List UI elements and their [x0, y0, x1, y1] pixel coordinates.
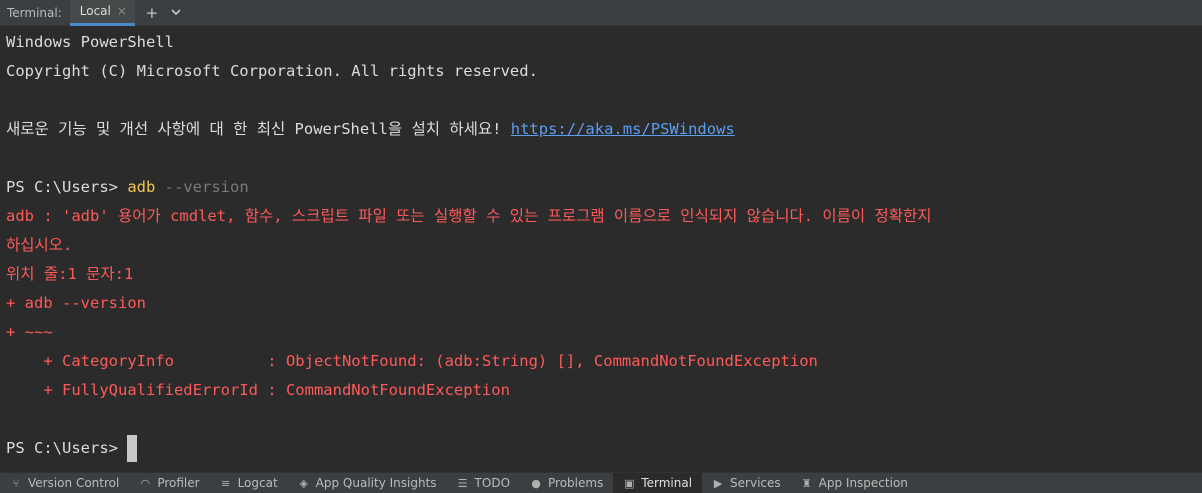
- output-text: 새로운 기능 및 개선 사항에 대 한 최신 PowerShell을 설치 하세…: [6, 120, 511, 138]
- error-text: + CategoryInfo : ObjectNotFound: (adb:St…: [6, 352, 818, 370]
- tool-window-label: Problems: [548, 476, 604, 490]
- text-cursor: [127, 435, 138, 462]
- terminal-line: 새로운 기능 및 개선 사항에 대 한 최신 PowerShell을 설치 하세…: [6, 115, 1202, 144]
- error-text: + ~~~: [6, 323, 53, 341]
- tool-window-label: Services: [730, 476, 781, 490]
- terminal-line: 하십시오.: [6, 231, 1202, 260]
- tool-window-label: Terminal: [641, 476, 693, 490]
- terminal-line: + ~~~: [6, 318, 1202, 347]
- logcat-icon: ≡: [220, 476, 231, 490]
- tool-window-label: TODO: [474, 476, 511, 490]
- new-tab-button[interactable]: +: [141, 4, 163, 22]
- terminal-title: Terminal:: [7, 5, 62, 20]
- terminal-output[interactable]: Windows PowerShell Copyright (C) Microsof…: [0, 26, 1202, 472]
- tool-window-todo[interactable]: ☰ TODO: [447, 473, 520, 493]
- tool-window-logcat[interactable]: ≡ Logcat: [210, 473, 288, 493]
- error-text: 위치 줄:1 문자:1: [6, 265, 134, 283]
- tool-window-label: Profiler: [157, 476, 200, 490]
- prompt-text: PS C:\Users>: [6, 178, 128, 196]
- error-text: adb : 'adb' 용어가 cmdlet, 함수, 스크립트 파일 또는 실…: [6, 207, 932, 225]
- error-text: + adb --version: [6, 294, 146, 312]
- terminal-window: Terminal: Local × + Windows PowerShell Co…: [0, 0, 1202, 493]
- inspection-icon: ♜: [801, 476, 812, 490]
- terminal-line: 위치 줄:1 문자:1: [6, 260, 1202, 289]
- tool-window-label: App Quality Insights: [315, 476, 437, 490]
- command-args: --version: [155, 178, 249, 196]
- tool-window-app-inspection[interactable]: ♜ App Inspection: [791, 473, 918, 493]
- terminal-line: adb : 'adb' 용어가 cmdlet, 함수, 스크립트 파일 또는 실…: [6, 202, 1202, 231]
- terminal-line: + CategoryInfo : ObjectNotFound: (adb:St…: [6, 347, 1202, 376]
- branch-icon: ⑂: [12, 476, 20, 490]
- play-icon: ▶: [713, 476, 723, 490]
- terminal-tab-bar: Terminal: Local × +: [0, 0, 1202, 26]
- terminal-line: PS C:\Users>: [6, 434, 1202, 463]
- chevron-down-icon-svg: [171, 8, 181, 15]
- tool-window-problems[interactable]: ● Problems: [520, 473, 613, 493]
- output-text: Windows PowerShell: [6, 33, 174, 51]
- diamond-icon: ◈: [299, 476, 308, 490]
- tool-window-profiler[interactable]: ◠ Profiler: [129, 473, 209, 493]
- close-icon[interactable]: ×: [117, 4, 127, 18]
- powershell-link[interactable]: https://aka.ms/PSWindows: [511, 120, 735, 138]
- tab-local[interactable]: Local ×: [69, 0, 135, 26]
- terminal-line: + adb --version: [6, 289, 1202, 318]
- prompt-text: PS C:\Users>: [6, 439, 128, 457]
- terminal-line: PS C:\Users> adb --version: [6, 173, 1202, 202]
- error-text: 하십시오.: [6, 236, 73, 254]
- terminal-line: + FullyQualifiedErrorId : CommandNotFoun…: [6, 376, 1202, 405]
- output-text: Copyright (C) Microsoft Corporation. All…: [6, 62, 538, 80]
- tool-window-terminal[interactable]: ▣ Terminal: [613, 472, 703, 493]
- terminal-icon: ▣: [624, 476, 635, 490]
- problems-icon: ●: [531, 476, 541, 490]
- tool-window-label: Logcat: [237, 476, 278, 490]
- command-text: adb: [127, 178, 156, 196]
- terminal-line: Windows PowerShell: [6, 28, 1202, 57]
- chevron-down-icon[interactable]: [165, 4, 187, 22]
- list-icon: ☰: [457, 476, 468, 490]
- tab-label: Local: [79, 4, 111, 18]
- tool-window-label: Version Control: [28, 476, 120, 490]
- gauge-icon: ◠: [140, 476, 151, 490]
- tool-window-services[interactable]: ▶ Services: [702, 473, 791, 493]
- tool-window-label: App Inspection: [818, 476, 908, 490]
- tool-window-bar: ⑂ Version Control ◠ Profiler ≡ Logcat ◈ App Qua…: [0, 472, 1202, 493]
- terminal-line: Copyright (C) Microsoft Corporation. All…: [6, 57, 1202, 86]
- error-text: + FullyQualifiedErrorId : CommandNotFoun…: [6, 381, 510, 399]
- tool-window-app-quality-insights[interactable]: ◈ App Quality Insights: [288, 473, 447, 493]
- tool-window-version-control[interactable]: ⑂ Version Control: [0, 473, 129, 493]
